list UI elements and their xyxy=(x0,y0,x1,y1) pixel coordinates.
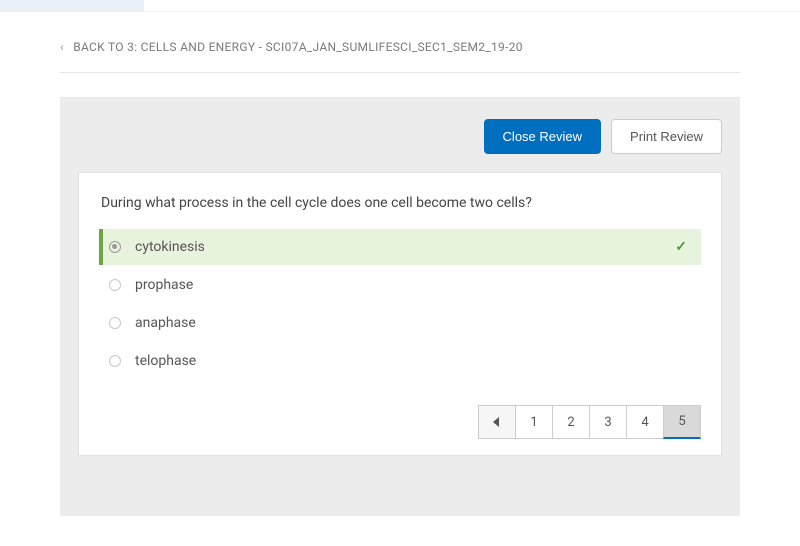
close-review-button[interactable]: Close Review xyxy=(484,119,601,154)
chevron-left-icon: ‹ xyxy=(60,40,64,54)
pagination: 1 2 3 4 5 xyxy=(99,405,701,439)
action-row: Close Review Print Review xyxy=(78,119,722,154)
answer-option[interactable]: anaphase xyxy=(99,305,701,341)
pager-page-3[interactable]: 3 xyxy=(589,405,627,439)
answer-label: prophase xyxy=(135,277,193,293)
breadcrumb-label: BACK TO 3: CELLS AND ENERGY - SCI07A_JAN… xyxy=(73,40,523,54)
radio-icon xyxy=(109,279,121,291)
answer-option[interactable]: cytokinesis ✓ xyxy=(99,229,701,265)
radio-icon xyxy=(109,241,121,253)
check-icon: ✓ xyxy=(675,239,687,255)
pager-page-2[interactable]: 2 xyxy=(552,405,590,439)
answer-label: anaphase xyxy=(135,315,196,331)
pager-page-1[interactable]: 1 xyxy=(515,405,553,439)
pager-page-5[interactable]: 5 xyxy=(663,405,701,439)
question-card: During what process in the cell cycle do… xyxy=(78,172,722,456)
pager-page-4[interactable]: 4 xyxy=(626,405,664,439)
pager-prev-button[interactable] xyxy=(478,405,516,439)
answer-list: cytokinesis ✓ prophase anaphase telophas… xyxy=(99,229,701,379)
answer-option[interactable]: prophase xyxy=(99,267,701,303)
answer-label: cytokinesis xyxy=(135,239,205,255)
radio-icon xyxy=(109,317,121,329)
answer-label: telophase xyxy=(135,353,196,369)
triangle-left-icon xyxy=(493,417,501,427)
review-stage: Close Review Print Review During what pr… xyxy=(60,97,740,516)
answer-option[interactable]: telophase xyxy=(99,343,701,379)
print-review-button[interactable]: Print Review xyxy=(611,119,722,154)
top-accent-bar xyxy=(0,0,800,12)
divider xyxy=(60,72,740,73)
breadcrumb[interactable]: ‹ BACK TO 3: CELLS AND ENERGY - SCI07A_J… xyxy=(0,12,800,72)
question-text: During what process in the cell cycle do… xyxy=(99,195,701,211)
radio-icon xyxy=(109,355,121,367)
